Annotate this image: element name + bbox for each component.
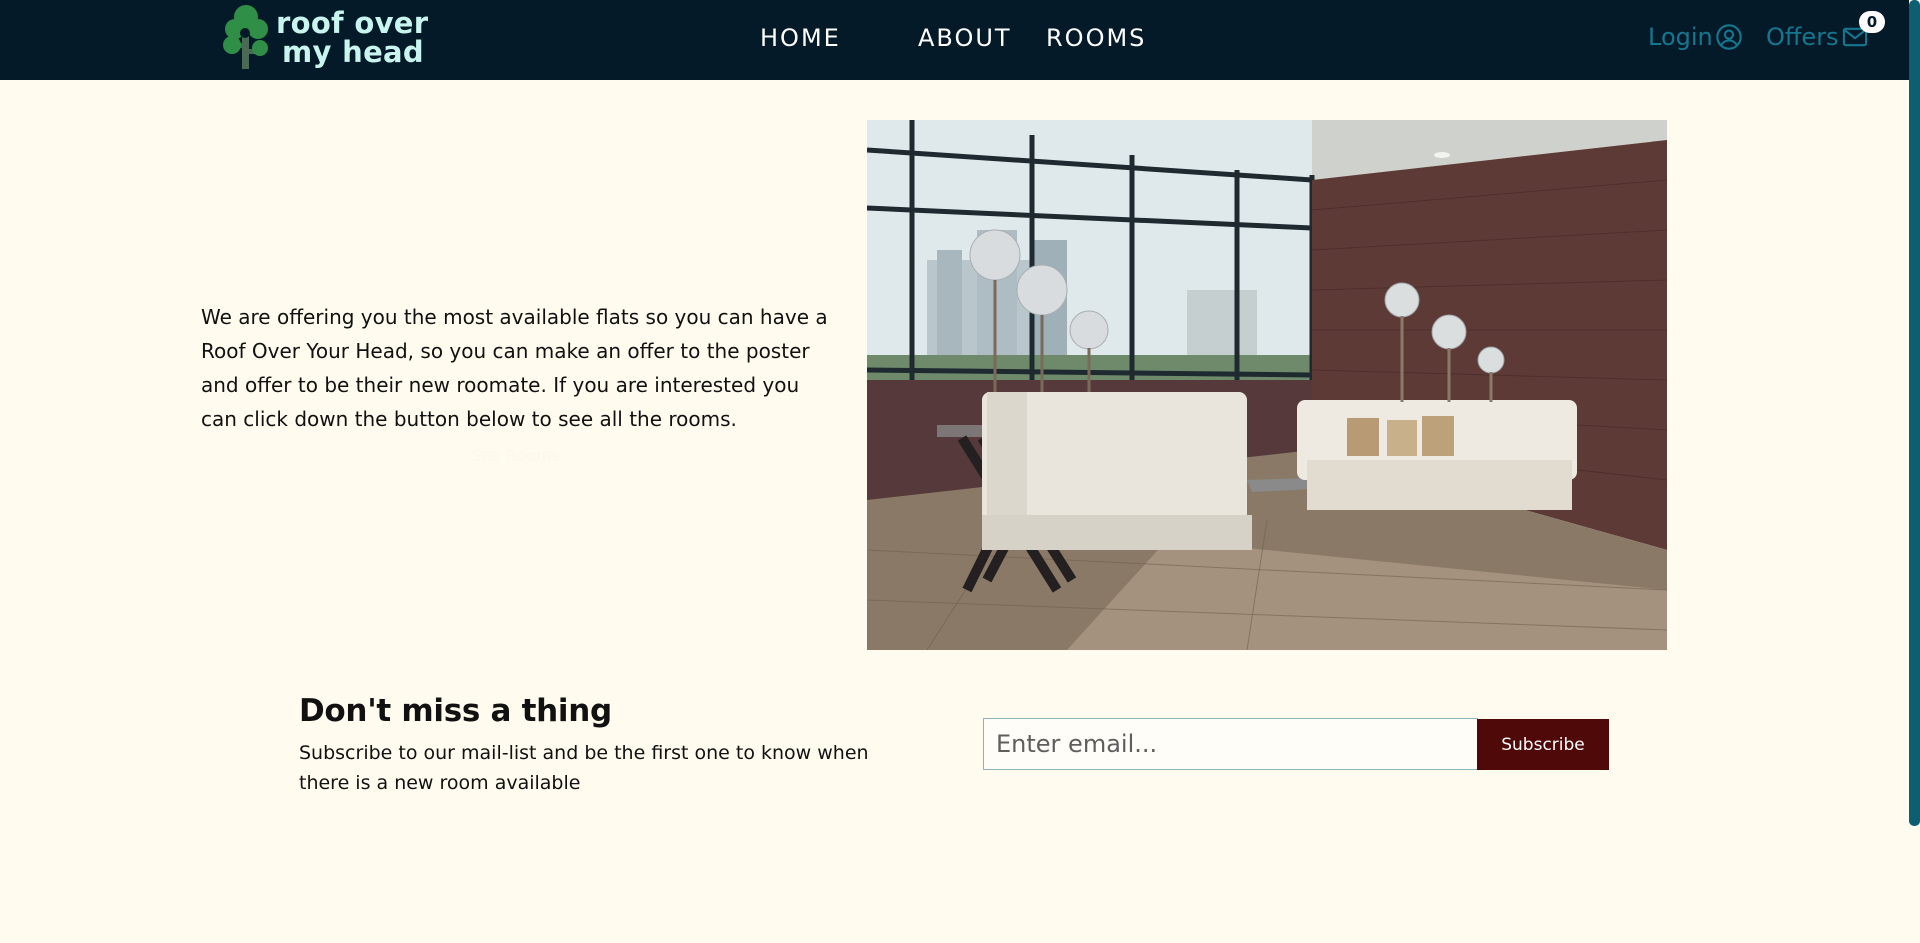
nav-link-rooms[interactable]: ROOMS <box>1046 24 1146 52</box>
subscribe-title: Don't miss a thing <box>299 693 612 729</box>
logo-text: roof over my head <box>276 9 428 67</box>
scrollbar-thumb[interactable] <box>1909 0 1920 826</box>
email-input[interactable] <box>983 718 1478 770</box>
subscribe-button[interactable]: Subscribe <box>1477 719 1609 770</box>
subscribe-description: Subscribe to our mail-list and be the fi… <box>299 742 869 794</box>
living-room-photo <box>867 120 1667 650</box>
tree-icon <box>223 5 268 69</box>
navbar: roof over my head HOME ABOUT ROOMS Login… <box>0 0 1909 80</box>
nav-link-about[interactable]: ABOUT <box>918 24 1046 52</box>
user-circle-icon <box>1716 24 1742 50</box>
logo[interactable]: roof over my head <box>220 3 430 71</box>
logo-line-2: my head <box>282 35 424 69</box>
main-nav: HOME ABOUT ROOMS <box>760 24 1146 52</box>
logo-line-1: roof over <box>276 6 429 40</box>
offers-label: Offers <box>1766 23 1839 51</box>
nav-link-home[interactable]: HOME <box>760 24 918 52</box>
see-rooms-button[interactable]: See Rooms <box>458 442 573 468</box>
login-label: Login <box>1648 23 1713 51</box>
hero-description: We are offering you the most available f… <box>201 305 828 431</box>
login-link[interactable]: Login <box>1648 23 1743 51</box>
offers-count-badge: 0 <box>1859 11 1885 33</box>
hero-image <box>867 120 1667 650</box>
offers-link[interactable]: Offers <box>1766 23 1869 51</box>
